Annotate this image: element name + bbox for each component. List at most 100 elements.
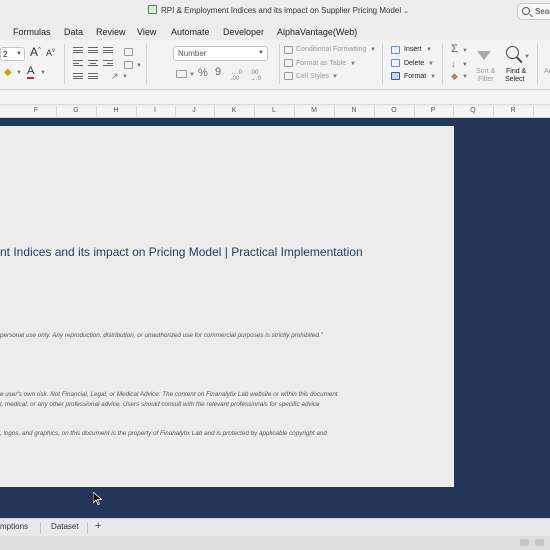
align-center-icon[interactable] bbox=[88, 60, 98, 68]
column-header-f[interactable]: F bbox=[26, 107, 46, 114]
number-format-select[interactable]: Number ▼ bbox=[173, 46, 268, 61]
format-as-table-button[interactable]: Format as Table bbox=[296, 60, 346, 67]
column-divider bbox=[414, 106, 415, 118]
column-header-p[interactable]: P bbox=[423, 107, 443, 114]
chevron-down-icon: ⌄ bbox=[403, 8, 409, 15]
font-size-value: 2 bbox=[3, 50, 8, 59]
align-right-icon[interactable] bbox=[103, 60, 113, 68]
addins-label[interactable]: Ac bbox=[544, 68, 550, 75]
add-sheet-button[interactable]: + bbox=[95, 520, 101, 532]
clear-icon[interactable]: ◆ bbox=[451, 71, 458, 82]
column-header-j[interactable]: J bbox=[184, 107, 204, 114]
delete-icon bbox=[391, 59, 400, 67]
chevron-down-icon: ▼ bbox=[462, 74, 468, 80]
wrap-text-icon[interactable] bbox=[124, 48, 133, 56]
sort-filter-label-2[interactable]: Filter bbox=[478, 76, 494, 83]
ribbon-tabs: Formulas Data Review View Automate Devel… bbox=[0, 24, 550, 40]
increase-font-size-icon[interactable]: A^ bbox=[30, 45, 41, 59]
format-as-table-icon[interactable] bbox=[284, 59, 293, 67]
fill-color-icon[interactable]: ◆ bbox=[4, 67, 12, 78]
tab-view[interactable]: View bbox=[137, 27, 156, 37]
delete-button[interactable]: Delete bbox=[404, 60, 424, 67]
fill-icon[interactable]: ↓ bbox=[451, 59, 456, 69]
chevron-down-icon: ▼ bbox=[524, 54, 530, 60]
decrease-font-size-icon[interactable]: Av bbox=[46, 48, 55, 58]
column-header-g[interactable]: G bbox=[66, 107, 86, 114]
chevron-down-icon: ▼ bbox=[430, 74, 436, 80]
column-header-o[interactable]: O bbox=[384, 107, 404, 114]
conditional-formatting-icon[interactable] bbox=[284, 46, 293, 54]
disclaimer-line-1: personal use only. Any reproduction, dis… bbox=[0, 332, 323, 339]
align-left-icon[interactable] bbox=[73, 60, 83, 68]
column-headers: F G H I J K L M N O P Q R bbox=[0, 106, 550, 118]
font-size-select[interactable]: 2 ▼ bbox=[0, 47, 25, 61]
align-top-icon[interactable] bbox=[73, 47, 83, 55]
column-divider bbox=[533, 106, 534, 118]
disclaimer-line-3: l, medical, or any other professional ad… bbox=[0, 401, 320, 408]
tab-developer[interactable]: Developer bbox=[223, 27, 264, 37]
status-bar bbox=[0, 536, 550, 550]
percent-style-icon[interactable]: % bbox=[198, 67, 208, 79]
align-bottom-icon[interactable] bbox=[103, 47, 113, 55]
formula-bar[interactable] bbox=[0, 91, 550, 105]
column-divider bbox=[493, 106, 494, 118]
conditional-formatting-button[interactable]: Conditional Formatting bbox=[296, 46, 366, 53]
font-color-dropdown-icon[interactable]: ▼ bbox=[40, 70, 46, 76]
tab-data[interactable]: Data bbox=[64, 27, 83, 37]
column-header-r[interactable]: R bbox=[503, 107, 523, 114]
column-header-h[interactable]: H bbox=[106, 107, 126, 114]
mouse-cursor-icon bbox=[92, 491, 103, 510]
normal-view-icon[interactable] bbox=[520, 539, 529, 546]
cell-styles-button[interactable]: Cell Styles bbox=[296, 73, 329, 80]
sheet-tab-dataset[interactable]: Dataset bbox=[51, 522, 79, 531]
column-header-m[interactable]: M bbox=[304, 107, 324, 114]
tab-review[interactable]: Review bbox=[96, 27, 126, 37]
column-header-q[interactable]: Q bbox=[463, 107, 483, 114]
find-select-label-1[interactable]: Find & bbox=[506, 68, 526, 75]
tab-formulas[interactable]: Formulas bbox=[13, 27, 51, 37]
column-divider bbox=[453, 106, 454, 118]
page-layout-view-icon[interactable] bbox=[535, 539, 544, 546]
accounting-format-icon[interactable] bbox=[176, 70, 187, 78]
window-title[interactable]: RPI & Employment Indices and its impact … bbox=[148, 5, 409, 15]
column-header-l[interactable]: L bbox=[264, 107, 284, 114]
orientation-icon[interactable]: ↗ bbox=[111, 71, 119, 82]
column-divider bbox=[374, 106, 375, 118]
search-box[interactable]: Sear bbox=[517, 3, 550, 20]
column-divider bbox=[294, 106, 295, 118]
chevron-down-icon: ▼ bbox=[189, 72, 195, 78]
cell-styles-icon[interactable] bbox=[284, 72, 293, 80]
format-button[interactable]: Format bbox=[404, 73, 426, 80]
search-icon bbox=[522, 7, 530, 15]
insert-button[interactable]: Insert bbox=[404, 46, 422, 53]
decrease-decimal-icon[interactable]: .00 →.0 bbox=[250, 70, 261, 82]
number-format-value: Number bbox=[178, 49, 207, 58]
column-header-n[interactable]: N bbox=[344, 107, 364, 114]
font-color-icon[interactable]: A bbox=[27, 66, 35, 79]
column-header-k[interactable]: K bbox=[224, 107, 244, 114]
increase-decimal-icon[interactable]: ←.0.00 bbox=[231, 70, 242, 82]
sort-filter-label-1[interactable]: Sort & bbox=[476, 68, 495, 75]
tab-alphavantage[interactable]: AlphaVantage(Web) bbox=[277, 27, 357, 37]
autosum-icon[interactable]: Σ bbox=[451, 43, 458, 55]
column-divider bbox=[214, 106, 215, 118]
ribbon-divider bbox=[279, 44, 280, 84]
window-title-text: RPI & Employment Indices and its impact … bbox=[161, 6, 402, 15]
merge-center-icon[interactable] bbox=[124, 61, 133, 69]
sheet-tab-assumptions[interactable]: mptions bbox=[0, 522, 28, 531]
find-select-label-2[interactable]: Select bbox=[505, 76, 524, 83]
ribbon-divider bbox=[64, 44, 65, 84]
chevron-down-icon: ▼ bbox=[462, 48, 468, 54]
fill-color-dropdown-icon[interactable]: ▼ bbox=[16, 70, 22, 76]
decrease-indent-icon[interactable] bbox=[73, 73, 83, 81]
chevron-down-icon: ▼ bbox=[136, 63, 142, 69]
align-middle-icon[interactable] bbox=[88, 47, 98, 55]
title-bar: RPI & Employment Indices and its impact … bbox=[0, 0, 550, 24]
chevron-down-icon: ▼ bbox=[426, 47, 432, 53]
increase-indent-icon[interactable] bbox=[88, 73, 98, 81]
comma-style-icon[interactable]: 9 bbox=[215, 66, 221, 78]
chevron-down-icon: ▼ bbox=[332, 74, 338, 80]
tab-automate[interactable]: Automate bbox=[171, 27, 210, 37]
column-header-i[interactable]: I bbox=[145, 107, 165, 114]
find-select-icon bbox=[506, 46, 519, 59]
